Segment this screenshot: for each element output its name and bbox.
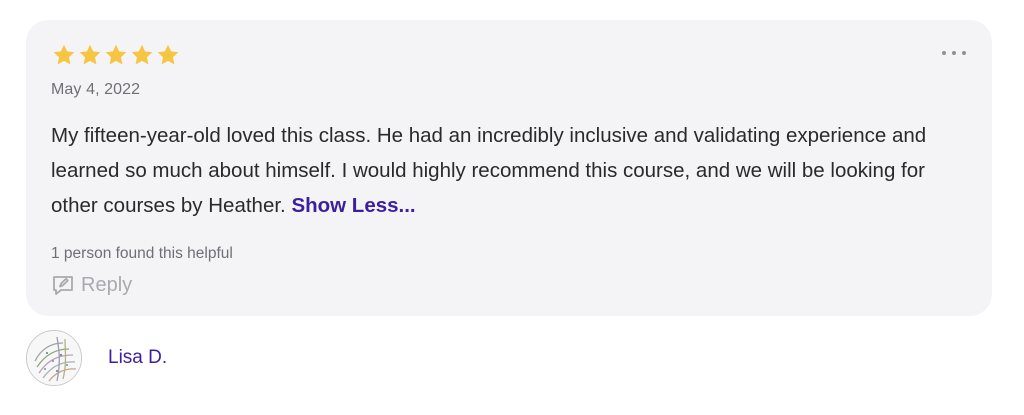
star-icon bbox=[78, 43, 102, 67]
more-horizontal-icon-dot bbox=[942, 51, 946, 55]
star-icon bbox=[52, 43, 76, 67]
reply-icon bbox=[51, 273, 75, 297]
star-icon bbox=[156, 43, 180, 67]
reply-button[interactable]: Reply bbox=[51, 273, 132, 297]
review-author: Lisa D. bbox=[26, 330, 167, 386]
more-horizontal-icon-dot bbox=[952, 51, 956, 55]
review-text: My fifteen-year-old loved this class. He… bbox=[51, 118, 971, 223]
review-body: My fifteen-year-old loved this class. He… bbox=[51, 124, 927, 217]
star-icon bbox=[104, 43, 128, 67]
show-less-link[interactable]: Show Less... bbox=[291, 194, 415, 217]
review-card: May 4, 2022 My fifteen-year-old loved th… bbox=[26, 20, 992, 316]
author-name[interactable]: Lisa D. bbox=[108, 347, 167, 369]
avatar[interactable] bbox=[26, 330, 82, 386]
helpful-count: 1 person found this helpful bbox=[51, 245, 233, 262]
reply-label: Reply bbox=[81, 273, 133, 296]
review-date: May 4, 2022 bbox=[51, 81, 141, 98]
more-horizontal-icon-dot bbox=[962, 51, 966, 55]
more-options-button[interactable] bbox=[942, 46, 966, 60]
star-icon bbox=[130, 43, 154, 67]
star-rating bbox=[52, 43, 180, 67]
